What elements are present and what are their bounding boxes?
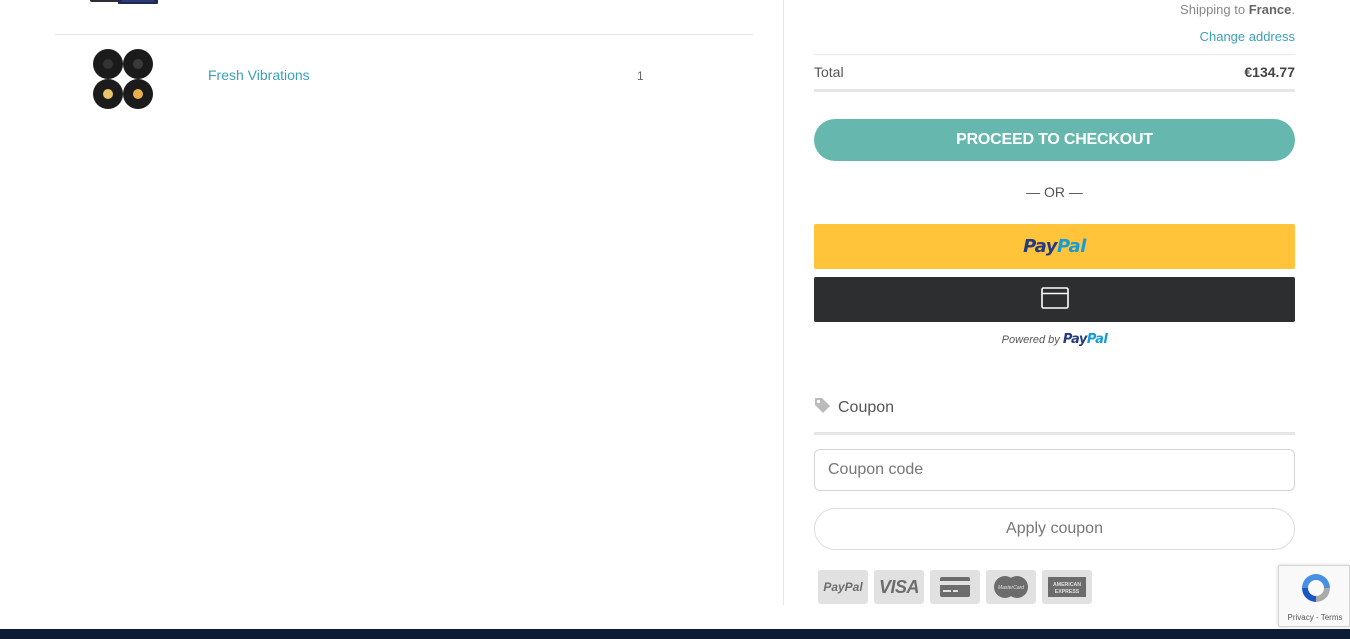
amex-icon: AMERICAN EXPRESS [1042, 570, 1092, 604]
proceed-to-checkout-button[interactable]: PROCEED TO CHECKOUT [814, 119, 1295, 161]
powered-by-paypal: Powered by PayPal [814, 332, 1295, 347]
product-thumbnail-fresh-vibrations[interactable] [88, 44, 158, 114]
paypal-button[interactable]: PayPal [814, 224, 1295, 269]
visa-icon: VISA [874, 570, 924, 604]
total-row: Total €134.77 [814, 54, 1295, 92]
powered-prefix: Powered by [1001, 334, 1060, 346]
shipping-prefix: Shipping to [1180, 2, 1246, 17]
change-address-link[interactable]: Change address [1200, 29, 1295, 44]
mastercard-icon: MasterCard [986, 570, 1036, 604]
recaptcha-badge[interactable]: Privacy - Terms [1278, 565, 1350, 627]
credit-card-icon [930, 570, 980, 604]
accepted-payment-icons: PayPal VISA MasterCard AMERICAN EXPRESS [818, 570, 1092, 604]
coupon-title: Coupon [838, 399, 895, 416]
or-separator: — OR — [1026, 184, 1083, 200]
cart-items: Fresh Vibrations 1 [55, 0, 753, 117]
coupon-code-input[interactable] [814, 449, 1295, 491]
tag-icon [814, 397, 831, 419]
product-thumbnail-speakers[interactable] [88, 0, 158, 14]
paypal-icon: PayPal [818, 570, 868, 604]
coupon-header: Coupon [814, 395, 1295, 435]
recaptcha-links[interactable]: Privacy - Terms [1279, 613, 1350, 622]
column-divider [783, 0, 784, 605]
cart-row [55, 0, 753, 35]
footer-bar [0, 629, 1350, 639]
cart-row: Fresh Vibrations 1 [55, 35, 753, 117]
recaptcha-icon [1299, 571, 1333, 610]
svg-text:AMERICAN: AMERICAN [1053, 582, 1081, 588]
total-label: Total [814, 64, 844, 80]
apply-coupon-button[interactable]: Apply coupon [814, 508, 1295, 550]
paypal-small-logo: PayPal [1062, 332, 1108, 347]
shipping-country: France [1248, 2, 1292, 17]
total-value: €134.77 [1244, 64, 1295, 80]
card-icon [1040, 287, 1069, 312]
shipping-destination: Shipping to France. [1180, 2, 1295, 17]
debit-credit-card-button[interactable] [814, 277, 1295, 322]
product-quantity: 1 [637, 69, 644, 83]
svg-text:EXPRESS: EXPRESS [1055, 589, 1080, 595]
product-link[interactable]: Fresh Vibrations [208, 67, 310, 83]
shipping-suffix: . [1291, 2, 1295, 17]
svg-text:MasterCard: MasterCard [998, 585, 1024, 591]
paypal-logo: PayPal [1023, 236, 1086, 257]
